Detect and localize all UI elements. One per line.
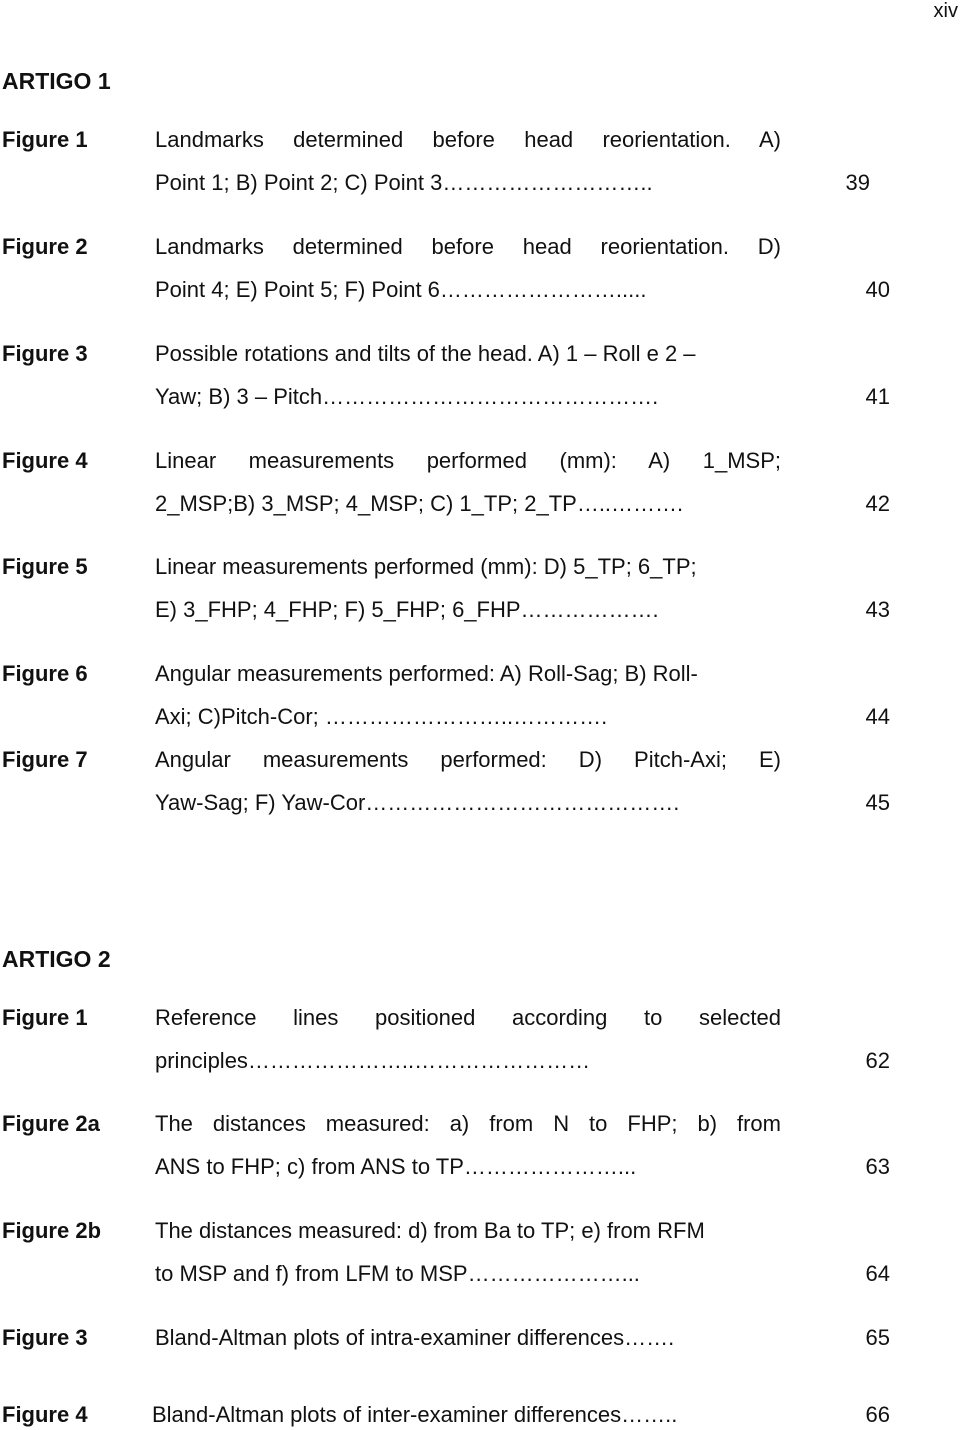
section-title: ARTIGO 1 — [2, 68, 111, 94]
entry-page: 64 — [865, 1261, 890, 1286]
entry-text-line1: Landmarks determined before head reorien… — [155, 127, 781, 152]
entry-text-line2: Axi; C)Pitch-Cor; ……………………..…………. — [155, 704, 608, 729]
entry-text-line1: Bland-Altman plots of inter-examiner dif… — [152, 1402, 678, 1427]
entry-text-line1: Bland-Altman plots of intra-examiner dif… — [155, 1325, 675, 1350]
entry-page: 44 — [865, 704, 890, 729]
section-title: ARTIGO 2 — [2, 946, 111, 972]
entry-text-line1: Linear measurements performed (mm): D) 5… — [155, 554, 697, 579]
entry-text-line2: 2_MSP;B) 3_MSP; 4_MSP; C) 1_TP; 2_TP…..…… — [155, 491, 684, 516]
entry-text-line2: ANS to FHP; c) from ANS to TP…………………... — [155, 1154, 637, 1179]
figure-label: Figure 2b — [2, 1218, 102, 1243]
entry-text-line1: The distances measured: d) from Ba to TP… — [155, 1218, 705, 1243]
entry-text-line1: Linear measurements performed (mm): A) 1… — [155, 448, 781, 473]
figure-label: Figure 1 — [2, 127, 88, 152]
entry-text-line2: to MSP and f) from LFM to MSP…………………... — [155, 1261, 640, 1286]
entry-text-line1: The distances measured: a) from N to FHP… — [155, 1111, 781, 1136]
figure-label: Figure 4 — [2, 1402, 88, 1427]
figure-label: Figure 2a — [2, 1111, 100, 1136]
entry-text-line2: Yaw; B) 3 – Pitch………………………………………. — [155, 384, 659, 409]
entry-text-line2: principles…………………..…………………… — [155, 1048, 591, 1073]
figure-label: Figure 3 — [2, 341, 88, 366]
entry-page: 63 — [865, 1154, 890, 1179]
entry-page: 41 — [865, 384, 890, 409]
entry-page: 39 — [845, 170, 870, 195]
entry-page: 62 — [865, 1048, 890, 1073]
entry-page: 45 — [865, 790, 890, 815]
entry-text-line2: Yaw-Sag; F) Yaw-Cor……………………………………. — [155, 790, 680, 815]
entry-text-line1: Angular measurements performed: D) Pitch… — [155, 747, 781, 772]
entry-page: 40 — [865, 277, 890, 302]
entry-page: 43 — [865, 597, 890, 622]
entry-text-line1: Reference lines positioned according to … — [155, 1005, 781, 1030]
entry-text-line1: Possible rotations and tilts of the head… — [155, 341, 696, 366]
figure-label: Figure 1 — [2, 1005, 88, 1030]
entry-page: 66 — [865, 1402, 890, 1427]
entry-page: 65 — [865, 1325, 890, 1350]
entry-text-line2: Point 4; E) Point 5; F) Point 6…………………….… — [155, 277, 647, 302]
figure-label: Figure 6 — [2, 661, 88, 686]
entry-page: 42 — [865, 491, 890, 516]
entry-text-line1: Landmarks determined before head reorien… — [155, 234, 781, 259]
figure-label: Figure 3 — [2, 1325, 88, 1350]
figure-label: Figure 2 — [2, 234, 88, 259]
figure-label: Figure 7 — [2, 747, 88, 772]
figure-label: Figure 4 — [2, 448, 88, 473]
entry-text-line1: Angular measurements performed: A) Roll-… — [155, 661, 698, 686]
page-number: xiv — [933, 0, 958, 22]
entry-text-line2: Point 1; B) Point 2; C) Point 3………………………… — [155, 170, 653, 195]
entry-text-line2: E) 3_FHP; 4_FHP; F) 5_FHP; 6_FHP………………. — [155, 597, 659, 622]
figure-label: Figure 5 — [2, 554, 88, 579]
